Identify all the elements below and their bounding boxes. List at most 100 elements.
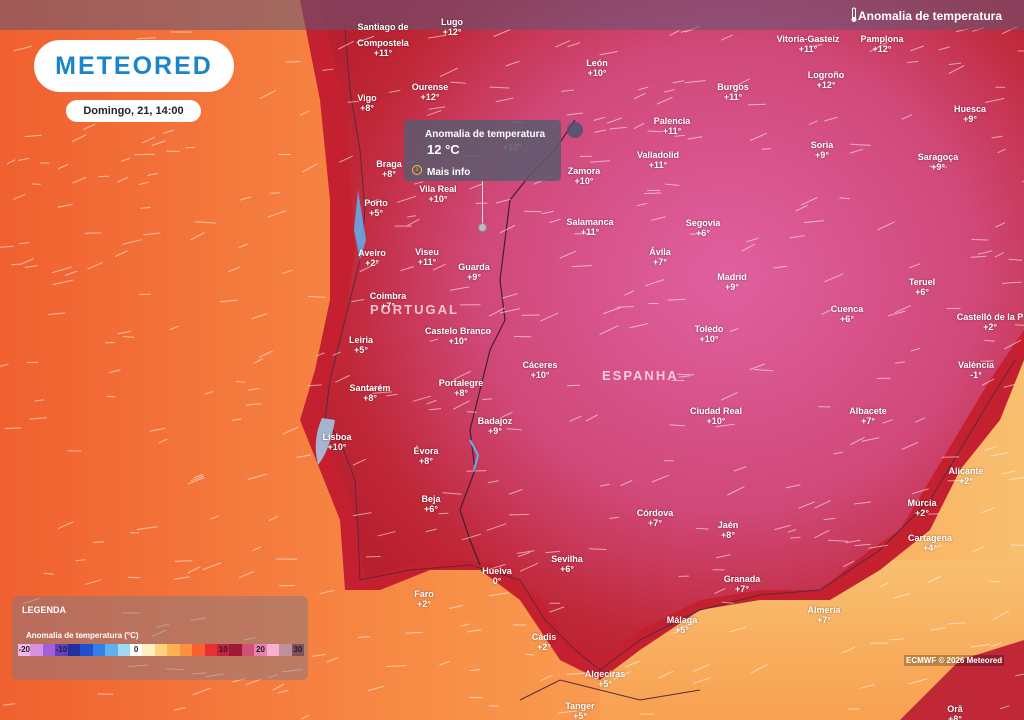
city-anomaly-value: +7° bbox=[735, 584, 749, 594]
city-label[interactable]: Huesca +9° bbox=[954, 104, 986, 124]
city-label[interactable]: Guarda +9° bbox=[458, 262, 490, 282]
city-label[interactable]: Vitoria-Gasteiz +11° bbox=[777, 34, 840, 54]
city-name: Ourense bbox=[411, 82, 449, 92]
city-anomaly-value: +10° bbox=[428, 194, 448, 204]
city-label[interactable]: Castelló de la P +2° bbox=[957, 312, 1024, 332]
city-label[interactable]: Granada +7° bbox=[724, 574, 761, 594]
city-anomaly-value: +6° bbox=[560, 564, 574, 574]
location-marker[interactable] bbox=[478, 223, 487, 232]
city-label[interactable]: Compostela +11° bbox=[357, 38, 409, 58]
city-label[interactable]: València -1° bbox=[958, 360, 994, 380]
city-label[interactable]: Beja +6° bbox=[421, 494, 440, 514]
city-label[interactable]: Soria +9° bbox=[811, 140, 834, 160]
city-label[interactable]: Aveiro +2° bbox=[358, 248, 386, 268]
logo-text: METEORED bbox=[55, 51, 213, 80]
city-name: Múrcia bbox=[907, 498, 937, 508]
legend-swatch bbox=[42, 644, 56, 656]
city-label[interactable]: Ávila +7° bbox=[649, 247, 671, 267]
city-name: Compostela bbox=[357, 38, 409, 48]
layer-title[interactable]: Anomalia de temperatura bbox=[858, 9, 1002, 23]
city-anomaly-value: +5° bbox=[573, 711, 587, 720]
city-name: León bbox=[586, 58, 608, 68]
city-anomaly-value: +11° bbox=[798, 44, 818, 54]
city-label[interactable]: Coimbra +7° bbox=[370, 291, 407, 311]
city-label[interactable]: Castelo Branco +10° bbox=[425, 326, 491, 346]
city-label[interactable]: Pamplona +12° bbox=[860, 34, 903, 54]
info-popup[interactable]: Anomalia de temperatura 12 °C i Mais inf… bbox=[404, 120, 561, 181]
city-label[interactable]: Logroño +12° bbox=[808, 70, 845, 90]
legend-swatch bbox=[117, 644, 130, 656]
city-label[interactable]: Ourense +12° bbox=[412, 82, 449, 102]
legend-swatch: 0 bbox=[129, 644, 143, 656]
city-label[interactable]: Leiria +5° bbox=[349, 335, 373, 355]
city-name: Saragoça bbox=[917, 152, 959, 162]
city-anomaly-value: +8° bbox=[360, 103, 374, 113]
city-anomaly-value: +11° bbox=[373, 48, 393, 58]
city-name: Zamora bbox=[567, 166, 601, 176]
city-label[interactable]: Albacete +7° bbox=[849, 406, 887, 426]
city-label[interactable]: Lisboa +10° bbox=[322, 432, 351, 452]
city-label[interactable]: Málaga +5° bbox=[667, 615, 698, 635]
city-label[interactable]: Braga +8° bbox=[376, 159, 402, 179]
city-label[interactable]: Jaén +8° bbox=[718, 520, 739, 540]
city-label[interactable]: Sevilha +6° bbox=[551, 554, 583, 574]
date-time-label[interactable]: Domingo, 21, 14:00 bbox=[66, 100, 201, 122]
city-label[interactable]: Múrcia +2° bbox=[907, 498, 936, 518]
city-label[interactable]: Santarém +8° bbox=[349, 383, 390, 403]
city-label[interactable]: Orã +8° bbox=[947, 704, 963, 720]
city-anomaly-value: +5° bbox=[598, 679, 612, 689]
city-label[interactable]: Algeciras +5° bbox=[585, 669, 626, 689]
city-label[interactable]: Faro +2° bbox=[414, 589, 434, 609]
city-label[interactable]: Córdova +7° bbox=[637, 508, 674, 528]
city-label[interactable]: León +10° bbox=[586, 58, 608, 78]
city-label[interactable]: Porto +5° bbox=[364, 198, 388, 218]
city-label[interactable]: Toledo +10° bbox=[695, 324, 724, 344]
city-label[interactable]: Portalegre +8° bbox=[439, 378, 484, 398]
city-label[interactable]: Vila Real +10° bbox=[419, 184, 456, 204]
city-label[interactable]: Ciudad Real +10° bbox=[690, 406, 742, 426]
city-anomaly-value: +9° bbox=[488, 426, 502, 436]
city-label[interactable]: Évora +8° bbox=[413, 446, 438, 466]
city-label[interactable]: Huelva 0° bbox=[482, 566, 512, 586]
city-label[interactable]: Viseu +11° bbox=[415, 247, 439, 267]
city-name: Guarda bbox=[458, 262, 490, 272]
city-name: Segovia bbox=[685, 218, 721, 228]
city-anomaly-value: +7° bbox=[861, 416, 875, 426]
city-label[interactable]: Lugo +12° bbox=[441, 17, 463, 37]
city-name: Ciudad Real bbox=[689, 406, 743, 416]
close-popup-button[interactable] bbox=[567, 122, 583, 138]
city-label[interactable]: Santiago de bbox=[357, 22, 408, 32]
city-name: Badajoz bbox=[477, 416, 513, 426]
city-anomaly-value: +10° bbox=[530, 370, 550, 380]
legend-swatch: -10 bbox=[55, 644, 68, 656]
city-anomaly-value: +9° bbox=[725, 282, 739, 292]
city-label[interactable]: Saragoça +9° bbox=[918, 152, 959, 172]
city-label[interactable]: Tanger +5° bbox=[565, 701, 594, 720]
city-label[interactable]: Palencia +11° bbox=[654, 116, 691, 136]
city-name: Braga bbox=[376, 159, 402, 169]
city-name: Logroño bbox=[807, 70, 845, 80]
legend-swatch bbox=[80, 644, 93, 656]
city-label[interactable]: Zamora +10° bbox=[568, 166, 601, 186]
city-anomaly-value: +8° bbox=[363, 393, 377, 403]
city-name: Portalegre bbox=[438, 378, 484, 388]
city-label[interactable]: Cartagena +4° bbox=[908, 533, 952, 553]
city-label[interactable]: Cuenca +6° bbox=[831, 304, 864, 324]
city-label[interactable]: Burgos +11° bbox=[717, 82, 749, 102]
city-label[interactable]: Teruel +6° bbox=[909, 277, 935, 297]
city-anomaly-value: +6° bbox=[696, 228, 710, 238]
city-anomaly-value: +2° bbox=[537, 642, 551, 652]
city-label[interactable]: Salamanca +11° bbox=[566, 217, 613, 237]
city-label[interactable]: Vigo +8° bbox=[357, 93, 376, 113]
city-label[interactable]: Segovia +6° bbox=[686, 218, 721, 238]
city-label[interactable]: Almería +7° bbox=[807, 605, 840, 625]
city-label[interactable]: Cáceres +10° bbox=[522, 360, 557, 380]
city-label[interactable]: Badajoz +9° bbox=[478, 416, 513, 436]
city-label[interactable]: Madrid +9° bbox=[717, 272, 747, 292]
country-label-espanha: ESPANHA bbox=[602, 368, 679, 383]
city-label[interactable]: Cádis +2° bbox=[532, 632, 557, 652]
city-label[interactable]: Alicante +2° bbox=[948, 466, 983, 486]
more-info-link[interactable]: Mais info bbox=[427, 167, 470, 178]
meteored-logo[interactable]: METEORED bbox=[34, 40, 234, 92]
city-label[interactable]: Valladolid +11° bbox=[637, 150, 679, 170]
